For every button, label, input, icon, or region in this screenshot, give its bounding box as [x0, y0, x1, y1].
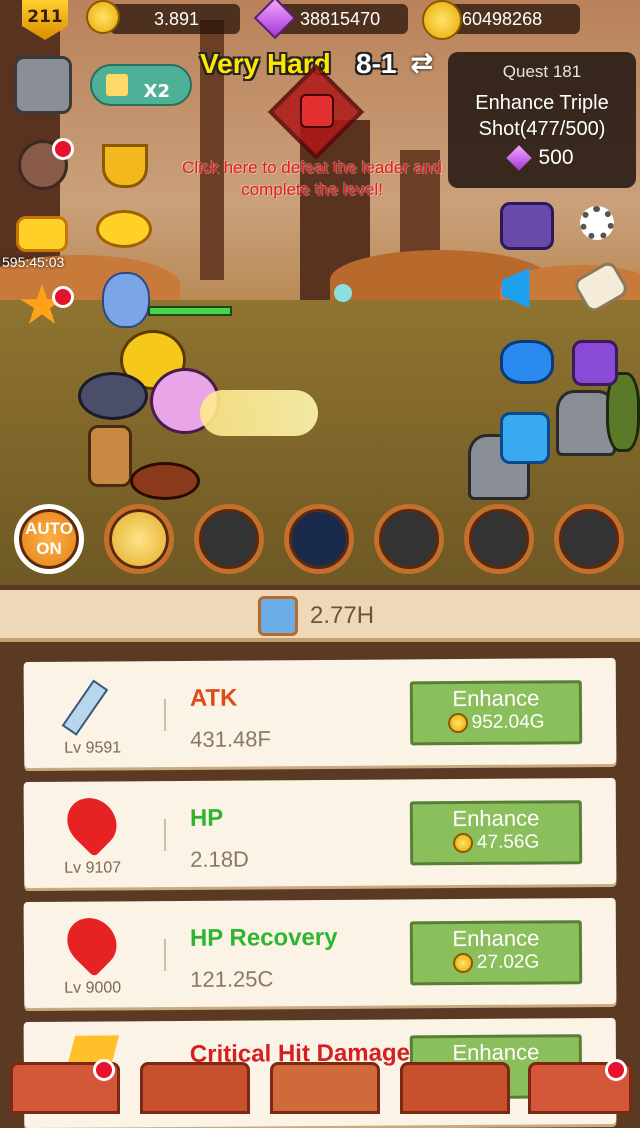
heart-plus-icon: [57, 907, 127, 978]
gold-value: 3.891: [154, 8, 200, 29]
mail-icon[interactable]: [500, 412, 550, 464]
quest-reward: 500: [448, 145, 636, 171]
pet-skill-icon[interactable]: [104, 504, 174, 574]
upgrade-card-hp: Lv 9107 HP 2.18D Enhance 47.56G: [23, 777, 617, 889]
tab-hero[interactable]: [10, 1059, 120, 1114]
upgrade-value: 431.48F: [190, 726, 272, 752]
hp-bar: [148, 306, 232, 316]
stump-hero: [88, 425, 132, 487]
upgrade-name: ATK: [189, 684, 238, 712]
tab-skills[interactable]: [400, 1062, 510, 1114]
upgrade-card-atk: Lv 9591 ATK 431.48F Enhance 952.04G: [23, 657, 617, 769]
notification-dot: [93, 1059, 115, 1081]
divider: [163, 819, 167, 852]
dps-value: 2.77H: [310, 602, 375, 629]
pig-coin-icon: [422, 0, 462, 40]
gem-icon: [506, 145, 533, 171]
gold-coin-icon: [86, 0, 120, 34]
coins-stack-icon[interactable]: [96, 210, 152, 248]
upgrade-level: Lv 9591: [64, 739, 122, 757]
divider: [163, 699, 167, 732]
heart-icon: [57, 787, 127, 858]
tab-pet[interactable]: [140, 1062, 250, 1114]
upgrade-level: Lv 9000: [64, 979, 122, 997]
upgrade-name: HP Recovery: [189, 923, 338, 952]
enhance-label: Enhance: [452, 805, 540, 832]
stage-level: 8-1: [356, 48, 397, 79]
resource-bar: 211 3.891 38815470 60498268: [0, 0, 640, 40]
star-projectile: [200, 390, 318, 436]
speed-label: X2: [143, 81, 170, 102]
gold-counter: 3.891: [110, 4, 240, 34]
notification-dot: [605, 1059, 627, 1081]
gift-icon: [106, 74, 128, 96]
enhance-label: Enhance: [452, 925, 540, 952]
upgrade-value: 2.18D: [190, 846, 249, 872]
swap-stage-icon[interactable]: ⇄: [410, 46, 433, 79]
smoke-skill-icon[interactable]: [374, 504, 444, 574]
speaker-icon[interactable]: [14, 56, 72, 114]
notification-dot: [52, 138, 74, 160]
dps-bar: 2.77H: [0, 590, 640, 642]
quest-description: Enhance Triple Shot(477/500): [475, 92, 609, 140]
gold-coin-icon: [452, 952, 473, 974]
gold-coin-icon: [447, 712, 468, 734]
skill-bar: AUTO ON: [0, 504, 640, 579]
enhance-cost: 47.56G: [476, 831, 540, 853]
tab-equipment[interactable]: [270, 1062, 380, 1114]
quest-reward-value: 500: [538, 146, 574, 169]
wallet-icon[interactable]: [500, 202, 554, 250]
bear-pet: [102, 272, 150, 328]
upgrade-level: Lv 9107: [64, 859, 122, 877]
event-timer: 595:45:03: [2, 254, 65, 270]
auto-skill-toggle[interactable]: AUTO ON: [14, 504, 84, 574]
player-level-badge[interactable]: 211: [22, 0, 68, 40]
enhance-label: Enhance: [452, 685, 540, 712]
book-icon[interactable]: [572, 340, 618, 386]
chat-icon[interactable]: [500, 340, 554, 384]
triple-shot-skill-icon[interactable]: [284, 504, 354, 574]
sword-icon: [61, 679, 109, 736]
enhance-cost: 27.02G: [476, 951, 540, 973]
ticket-icon[interactable]: [16, 216, 68, 252]
gem-value: 38815470: [300, 8, 381, 29]
gold-coin-icon: [452, 832, 473, 854]
lightning-skill-icon[interactable]: [554, 504, 624, 574]
trophy-icon[interactable]: [102, 144, 148, 188]
sparkle-skill-icon[interactable]: [464, 504, 534, 574]
enhance-button[interactable]: Enhance 952.04G: [409, 680, 583, 746]
boar-hero: [130, 462, 200, 500]
quest-panel[interactable]: Quest 181 Enhance Triple Shot(477/500) 5…: [448, 52, 636, 188]
speed-boost-button[interactable]: X2: [90, 64, 192, 106]
enhance-button[interactable]: Enhance 27.02G: [409, 920, 583, 986]
upgrade-name: HP: [189, 804, 224, 832]
notification-dot: [52, 286, 74, 308]
sparkle-icon: [334, 284, 352, 302]
gear-icon[interactable]: [580, 206, 614, 240]
crossed-swords-icon: [258, 596, 298, 636]
enhance-button[interactable]: Enhance 47.56G: [409, 800, 583, 866]
boss-hint[interactable]: Click here to defeat the leader and comp…: [170, 157, 454, 201]
quest-title: Quest 181: [502, 62, 582, 81]
burst-skill-icon[interactable]: [194, 504, 264, 574]
tab-shop[interactable]: [528, 1059, 632, 1114]
boar-hero: [78, 372, 148, 420]
boss-icon[interactable]: [300, 94, 334, 128]
divider: [163, 939, 167, 972]
upgrade-card-hp-recovery: Lv 9000 HP Recovery 121.25C Enhance 27.0…: [23, 897, 617, 1009]
coin-value: 60498268: [462, 8, 543, 29]
upgrade-value: 121.25C: [190, 966, 274, 992]
enhance-cost: 952.04G: [471, 711, 545, 733]
